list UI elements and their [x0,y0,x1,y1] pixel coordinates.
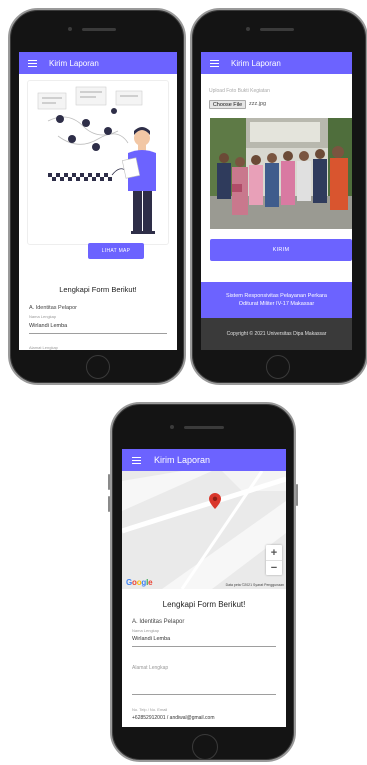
google-logo: Google [126,578,153,587]
map-pin-icon[interactable] [209,493,221,509]
phone-email-field[interactable]: +62852912001 / andiwal@gmail.com [132,715,215,721]
side-button [108,474,110,490]
app-title: Kirim Laporan [154,455,211,465]
phone-frame-3: Kirim Laporan + − Google Data peta ©2021… [108,402,298,762]
home-button[interactable] [192,734,218,760]
phone-frame-1: Kirim Laporan LIHAT MAP Lengkapi Form Be… [8,8,186,385]
camera [246,27,250,31]
address-field[interactable]: Alamat Lengkap [132,665,168,671]
section-heading: A. Identitas Pelapor [132,619,185,625]
camera [170,425,174,429]
view-map-button[interactable]: LIHAT MAP [88,243,144,259]
app-bar: Kirim Laporan [122,449,286,471]
menu-icon[interactable] [210,59,219,67]
map-attribution[interactable]: Data peta ©2021 Syarat Penggunaan [226,583,284,587]
zoom-control: + − [266,545,282,575]
form-title: Lengkapi Form Berikut! [59,285,137,294]
choose-file-button[interactable]: Choose File [209,100,246,109]
location-map[interactable]: + − Google Data peta ©2021 Syarat Penggu… [122,471,286,589]
form-title: Lengkapi Form Berikut! [162,600,246,609]
footer-line-2: Oditurat Militer IV-17 Makassar [238,301,315,307]
speaker [260,28,294,31]
menu-icon[interactable] [28,59,37,67]
address-field-underline [132,694,276,695]
home-button[interactable] [86,355,110,379]
evidence-photo [210,118,352,229]
app-bar: Kirim Laporan [201,52,352,74]
section-heading: A. Identitas Pelapor [29,305,78,311]
event-photo-image [210,118,352,229]
name-field-underline [29,333,167,334]
camera [68,27,72,31]
zoom-out-button[interactable]: − [266,560,282,575]
menu-icon[interactable] [132,456,141,464]
footer-info: Sistem Responsivitas Pelayanan Perkara O… [201,282,352,318]
map-tiles [122,471,286,589]
submit-button[interactable]: KIRIM [210,239,352,261]
name-field-label: Nama Lengkap [132,628,160,633]
side-button [108,496,110,512]
screen-3: Kirim Laporan + − Google Data peta ©2021… [122,449,286,727]
screen-1: Kirim Laporan LIHAT MAP Lengkapi Form Be… [19,52,177,350]
upload-photo-label: Upload Foto Bukti Kegiatan [209,88,270,94]
side-button [296,484,298,506]
home-button[interactable] [266,355,290,379]
speaker [184,426,224,429]
address-field-label: Alamat Lengkap [29,345,58,350]
report-illustration-card: LIHAT MAP [27,80,169,259]
screen-2: Kirim Laporan Upload Foto Bukti Kegiatan… [201,52,352,350]
name-field[interactable]: Wirlandi Lemba [132,636,170,642]
person-with-paper-illustration [37,86,156,234]
footer-line-1: Sistem Responsivitas Pelayanan Perkara [226,293,327,299]
name-field-label: Nama Lengkap [29,314,57,319]
copyright-text: Copyright © 2021 Universitas Dipa Makass… [201,318,352,350]
phone-field-label: No. Telp / No. Email [132,707,168,712]
app-bar: Kirim Laporan [19,52,177,74]
app-title: Kirim Laporan [49,58,99,68]
zoom-in-button[interactable]: + [266,545,282,560]
speaker [82,28,116,31]
name-field[interactable]: Wirlandi Lemba [29,323,67,329]
phone-frame-2: Kirim Laporan Upload Foto Bukti Kegiatan… [190,8,367,385]
selected-file-name: zzz.jpg [249,101,267,107]
name-field-underline [132,646,276,647]
app-title: Kirim Laporan [231,58,281,68]
